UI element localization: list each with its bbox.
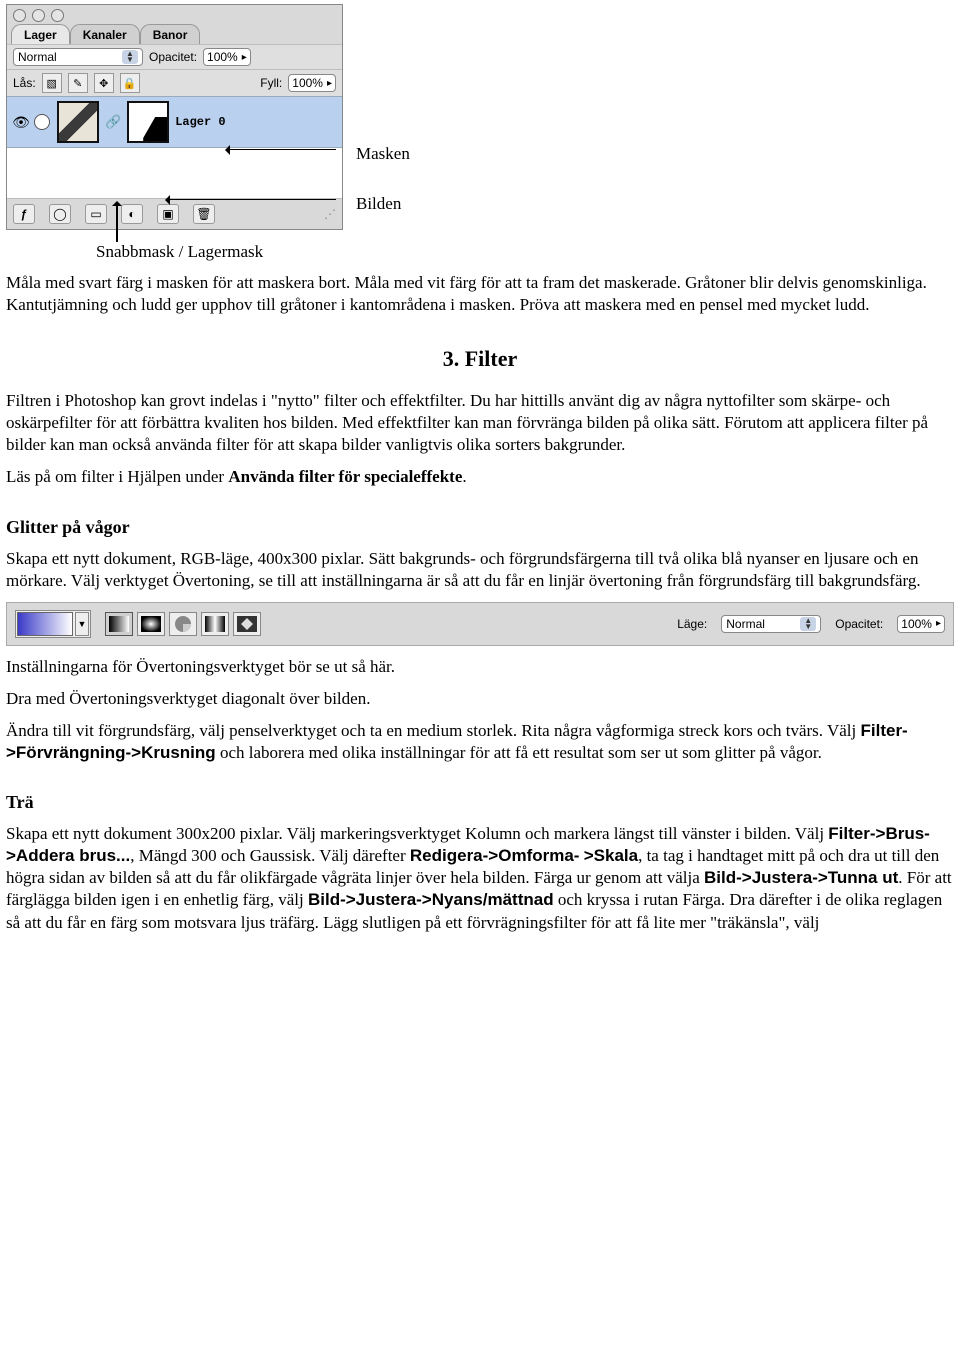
gradient-radial-icon[interactable]: [137, 612, 165, 636]
grad-mode-label: Läge:: [677, 617, 707, 631]
text-run: , Mängd 300 och Gaussisk. Välj därefter: [130, 846, 410, 865]
arrow-up-icon: [116, 202, 118, 242]
body-paragraph: Filtren i Photoshop kan grovt indelas i …: [6, 390, 954, 456]
text-run: Ändra till vit förgrundsfärg, välj pense…: [6, 721, 861, 740]
gradient-diamond-icon[interactable]: [233, 612, 261, 636]
layer-mask-icon[interactable]: ◯: [49, 204, 71, 224]
new-group-icon[interactable]: ▭: [85, 204, 107, 224]
fill-field[interactable]: 100% ▸: [288, 74, 336, 92]
menu-path: Redigera->Omforma-: [410, 846, 580, 865]
opacity-value: 100%: [207, 50, 238, 64]
body-paragraph: Läs på om filter i Hjälpen under Använda…: [6, 466, 954, 488]
menu-path: >Skala: [584, 846, 638, 865]
body-paragraph: Måla med svart färg i masken för att mas…: [6, 272, 954, 316]
arrow-left-icon: [226, 149, 336, 150]
gradient-reflected-icon[interactable]: [201, 612, 229, 636]
lock-transparency-icon[interactable]: ▧: [42, 73, 62, 93]
text-run: .: [462, 467, 466, 486]
mask-link-icon[interactable]: 🔗: [105, 114, 121, 130]
blend-mode-dropdown[interactable]: Normal ▲▼: [13, 48, 143, 66]
text-bold: Använda filter för specialeffekte: [228, 467, 462, 486]
grad-mode-value: Normal: [726, 617, 765, 631]
annotation-quickmask: Snabbmask / Lagermask: [96, 242, 346, 262]
trash-icon[interactable]: 🗑: [193, 204, 215, 224]
chevron-right-icon: ▸: [242, 52, 247, 63]
new-layer-icon[interactable]: ▣: [157, 204, 179, 224]
menu-path: Bild->Justera->Tunna ut: [704, 868, 898, 887]
gradient-type-group: [105, 612, 261, 636]
lock-move-icon[interactable]: ✥: [94, 73, 114, 93]
text-run: och laborera med olika inställningar för…: [216, 743, 822, 762]
gradient-picker-dropdown[interactable]: ▼: [75, 612, 89, 636]
quickmask-toggle-icon[interactable]: [34, 114, 50, 130]
annotation-image: Bilden: [356, 194, 410, 214]
opacity-label: Opacitet:: [149, 50, 197, 64]
grad-opacity-field[interactable]: 100% ▸: [897, 615, 945, 633]
fill-value: 100%: [292, 76, 323, 90]
text-run: Läs på om filter i Hjälpen under: [6, 467, 228, 486]
tab-kanaler[interactable]: Kanaler: [70, 24, 140, 44]
opacity-field[interactable]: 100% ▸: [203, 48, 251, 66]
body-paragraph: Skapa ett nytt dokument 300x200 pixlar. …: [6, 823, 954, 933]
body-paragraph: Dra med Övertoningsverktyget diagonalt ö…: [6, 688, 954, 710]
minimize-dot-icon[interactable]: [32, 9, 45, 22]
resize-grip-icon: ⋰: [324, 207, 336, 221]
blend-mode-value: Normal: [18, 50, 57, 64]
tab-banor[interactable]: Banor: [140, 24, 201, 44]
adjustment-layer-icon[interactable]: ◐: [121, 204, 143, 224]
layer-mask-thumbnail[interactable]: [127, 101, 169, 143]
body-paragraph: Skapa ett nytt dokument, RGB-läge, 400x3…: [6, 548, 954, 592]
lock-all-icon[interactable]: 🔒: [120, 73, 140, 93]
menu-path: Bild->Justera->Nyans/mättnad: [308, 890, 554, 909]
layer-name-label[interactable]: Lager 0: [175, 115, 225, 129]
arrow-left-icon: [166, 199, 336, 200]
layer-thumbnail[interactable]: [57, 101, 99, 143]
window-traffic-lights: [7, 5, 342, 22]
tab-lager[interactable]: Lager: [11, 24, 70, 44]
chevron-right-icon: ▸: [327, 78, 332, 89]
chevron-right-icon: ▸: [936, 618, 941, 629]
lock-label: Lås:: [13, 76, 36, 90]
layers-empty-area: [7, 148, 342, 198]
close-dot-icon[interactable]: [13, 9, 26, 22]
annotation-mask: Masken: [356, 144, 410, 164]
grad-mode-dropdown[interactable]: Normal ▲▼: [721, 615, 821, 633]
layer-row[interactable]: 👁 🔗 Lager 0: [7, 96, 342, 148]
gradient-options-bar: ▼ Läge: Normal ▲▼ Opacitet:: [6, 602, 954, 646]
section-heading-filter: 3. Filter: [6, 346, 954, 372]
subheading-glitter: Glitter på vågor: [6, 517, 954, 538]
subheading-tra: Trä: [6, 792, 954, 813]
layers-panel: Lager Kanaler Banor Normal ▲▼ Opacitet: …: [6, 4, 343, 230]
gradient-linear-icon[interactable]: [105, 612, 133, 636]
visibility-eye-icon[interactable]: 👁: [12, 114, 30, 131]
gradient-preview[interactable]: [17, 612, 73, 636]
grad-opacity-label: Opacitet:: [835, 617, 883, 631]
grad-opacity-value: 100%: [901, 617, 932, 631]
lock-paint-icon[interactable]: ✎: [68, 73, 88, 93]
body-paragraph: Inställningarna för Övertoningsverktyget…: [6, 656, 954, 678]
fx-icon[interactable]: ƒ: [13, 204, 35, 224]
stepper-icon: ▲▼: [122, 50, 138, 64]
stepper-icon: ▲▼: [800, 617, 816, 631]
fill-label: Fyll:: [260, 76, 282, 90]
body-paragraph: Ändra till vit förgrundsfärg, välj pense…: [6, 720, 954, 764]
text-run: Skapa ett nytt dokument 300x200 pixlar. …: [6, 824, 828, 843]
gradient-angle-icon[interactable]: [169, 612, 197, 636]
zoom-dot-icon[interactable]: [51, 9, 64, 22]
